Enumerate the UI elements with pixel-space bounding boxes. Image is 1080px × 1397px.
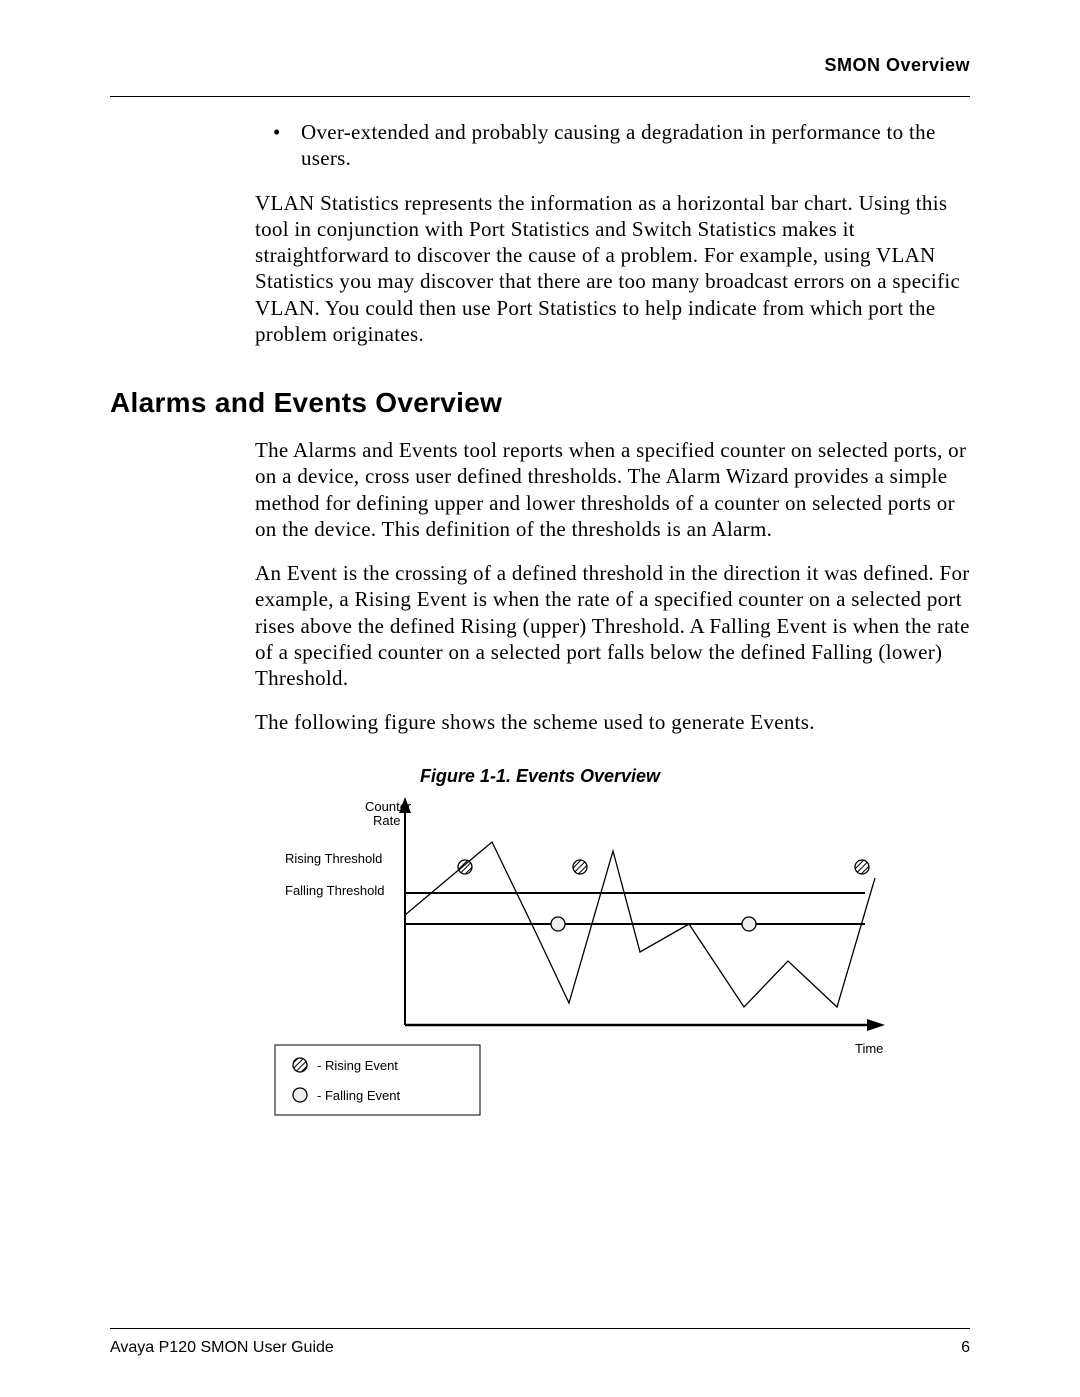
figure-caption: Figure 1-1. Events Overview bbox=[110, 766, 970, 787]
section-heading: Alarms and Events Overview bbox=[110, 387, 970, 419]
y-axis-label-1: Counter bbox=[365, 799, 412, 814]
paragraph: VLAN Statistics represents the informati… bbox=[255, 190, 970, 348]
legend-rising-icon bbox=[293, 1058, 307, 1072]
header-title: SMON Overview bbox=[824, 55, 970, 75]
footer-page-number: 6 bbox=[961, 1339, 970, 1357]
rising-event-marker bbox=[573, 860, 587, 874]
bullet-marker: • bbox=[255, 119, 301, 172]
paragraph: The Alarms and Events tool reports when … bbox=[255, 437, 970, 542]
legend-falling-icon bbox=[293, 1088, 307, 1102]
bullet-item: • Over-extended and probably causing a d… bbox=[255, 119, 970, 172]
y-axis-label-2: Rate bbox=[373, 813, 400, 828]
falling-threshold-label: Falling Threshold bbox=[285, 883, 384, 898]
page: SMON Overview • Over-extended and probab… bbox=[0, 0, 1080, 1397]
footer-rule bbox=[110, 1328, 970, 1329]
x-axis-label: Time bbox=[855, 1041, 883, 1056]
footer-left: Avaya P120 SMON User Guide bbox=[110, 1339, 334, 1357]
legend-falling-label: - Falling Event bbox=[317, 1088, 400, 1103]
falling-event-marker bbox=[551, 917, 565, 931]
page-header: SMON Overview bbox=[110, 55, 970, 76]
paragraph: The following figure shows the scheme us… bbox=[255, 709, 970, 735]
figure: Counter Rate Rising Threshold Falling Th… bbox=[255, 795, 970, 1135]
page-footer: Avaya P120 SMON User Guide 6 bbox=[110, 1320, 970, 1357]
rising-event-marker bbox=[855, 860, 869, 874]
paragraph: An Event is the crossing of a defined th… bbox=[255, 560, 970, 691]
header-rule bbox=[110, 96, 970, 97]
bullet-text: Over-extended and probably causing a deg… bbox=[301, 119, 970, 172]
legend-rising-label: - Rising Event bbox=[317, 1058, 398, 1073]
falling-event-marker bbox=[742, 917, 756, 931]
legend-box bbox=[275, 1045, 480, 1115]
rising-threshold-label: Rising Threshold bbox=[285, 851, 382, 866]
rising-event-marker bbox=[458, 860, 472, 874]
events-chart: Counter Rate Rising Threshold Falling Th… bbox=[255, 795, 955, 1135]
bullet-list: • Over-extended and probably causing a d… bbox=[255, 119, 970, 172]
